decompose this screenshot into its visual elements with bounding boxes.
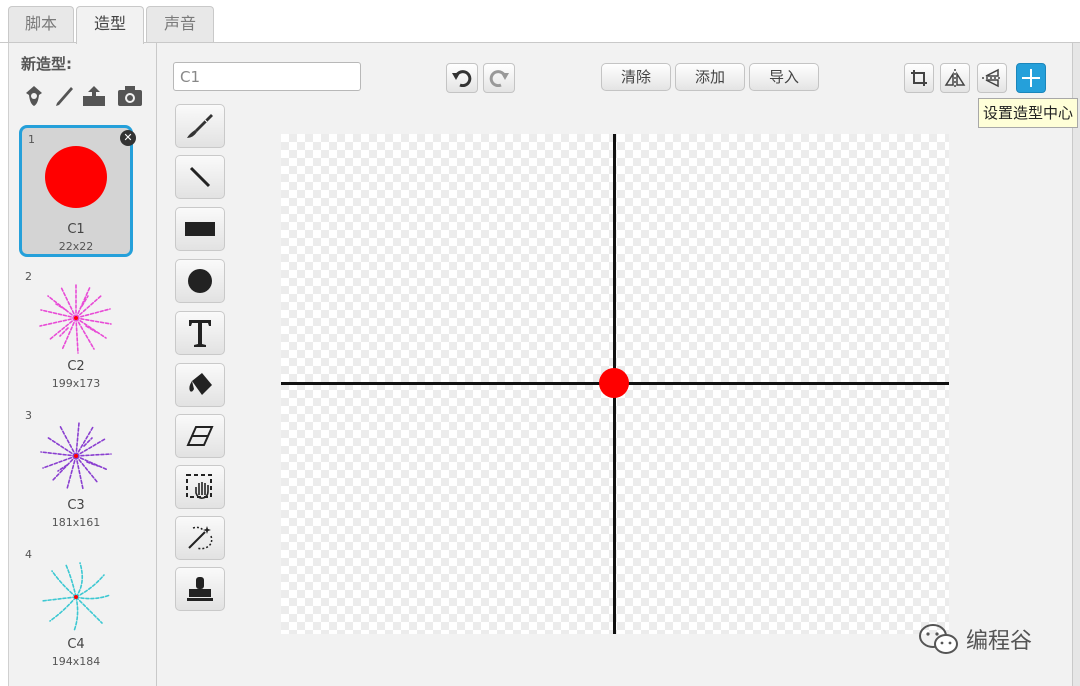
wechat-icon — [919, 624, 958, 654]
tab-sounds[interactable]: 声音 — [146, 6, 214, 42]
line-tool[interactable] — [175, 155, 225, 199]
fill-tool[interactable] — [175, 363, 225, 407]
line-icon — [189, 166, 211, 188]
flip-horizontal-button[interactable] — [940, 63, 970, 93]
camera-icon[interactable] — [117, 83, 143, 109]
clear-button[interactable]: 清除 — [601, 63, 671, 91]
add-button[interactable]: 添加 — [675, 63, 745, 91]
brush-tool[interactable] — [175, 104, 225, 148]
ellipse-tool[interactable] — [175, 259, 225, 303]
costume-number: 4 — [25, 548, 32, 561]
tab-scripts-label: 脚本 — [24, 14, 57, 33]
costume-name: C3 — [67, 498, 85, 513]
costume-name: C4 — [67, 637, 85, 652]
set-center-icon — [1022, 69, 1040, 87]
costume-thumbnail — [45, 146, 107, 208]
costume-thumbnail — [40, 422, 112, 490]
crop-button[interactable] — [904, 63, 934, 93]
paintbrush-icon[interactable] — [51, 83, 77, 109]
undo-button[interactable] — [446, 63, 478, 93]
costume-name-input[interactable] — [173, 62, 361, 91]
redo-icon — [489, 70, 509, 87]
costume-number: 1 — [28, 133, 35, 146]
magic-select-icon — [188, 526, 213, 550]
eraser-tool[interactable] — [175, 414, 225, 458]
tab-costumes-label: 造型 — [93, 14, 126, 33]
set-center-button[interactable] — [1016, 63, 1046, 93]
tab-sounds-label: 声音 — [163, 14, 196, 33]
costume-item-c4[interactable]: 4 C4 194x184 — [19, 543, 133, 675]
character-icon[interactable] — [21, 83, 47, 109]
import-button[interactable]: 导入 — [749, 63, 819, 91]
flip-vertical-button[interactable] — [977, 63, 1007, 93]
watermark: 编程谷 — [918, 622, 1032, 656]
upload-icon[interactable] — [81, 83, 107, 109]
costume-size: 181x161 — [51, 516, 101, 529]
paint-editor: 清除 添加 导入 — [157, 43, 1072, 686]
costume-number: 3 — [25, 409, 32, 422]
rectangle-tool[interactable] — [175, 207, 225, 251]
magic-select-tool[interactable] — [175, 516, 225, 560]
costume-name: C1 — [67, 222, 85, 237]
costume-panel: 新造型: 1 ✕ C1 22x22 2 C2 199x173 3 C3 181x… — [8, 43, 157, 686]
select-tool[interactable] — [175, 465, 225, 509]
costume-item-c1[interactable]: 1 ✕ C1 22x22 — [19, 125, 136, 257]
costume-thumbnail — [41, 562, 111, 632]
text-icon — [189, 320, 211, 347]
eraser-icon — [186, 426, 214, 446]
flip-horizontal-icon — [944, 69, 966, 87]
drawing-canvas[interactable] — [281, 134, 949, 634]
ellipse-icon — [188, 269, 212, 293]
tab-costumes[interactable]: 造型 — [76, 6, 144, 44]
flip-vertical-icon — [982, 68, 1002, 88]
new-costume-label: 新造型: — [21, 55, 72, 73]
costume-item-c2[interactable]: 2 C2 199x173 — [19, 265, 133, 397]
crop-icon — [911, 70, 927, 86]
select-icon — [186, 474, 212, 499]
costume-number: 2 — [25, 270, 32, 283]
set-center-tooltip: 设置造型中心 — [978, 98, 1079, 128]
costume-name: C2 — [67, 359, 85, 374]
fill-icon — [189, 373, 212, 395]
rectangle-icon — [185, 222, 215, 236]
costume-thumbnail — [39, 283, 112, 354]
undo-icon — [452, 70, 472, 87]
watermark-text: 编程谷 — [966, 629, 1033, 654]
tab-scripts[interactable]: 脚本 — [8, 6, 74, 42]
redo-button[interactable] — [483, 63, 515, 93]
costume-size: 194x184 — [51, 655, 101, 668]
brush-icon — [187, 114, 213, 138]
costume-size: 199x173 — [51, 377, 101, 390]
costume-item-c3[interactable]: 3 C3 181x161 — [19, 404, 133, 536]
costume-shape[interactable] — [599, 368, 629, 398]
costume-size: 22x22 — [58, 240, 94, 253]
text-tool[interactable] — [175, 311, 225, 355]
stamp-tool[interactable] — [175, 567, 225, 611]
delete-costume-button[interactable]: ✕ — [120, 130, 136, 146]
stamp-icon — [187, 577, 213, 601]
right-panel-edge — [1072, 43, 1080, 686]
